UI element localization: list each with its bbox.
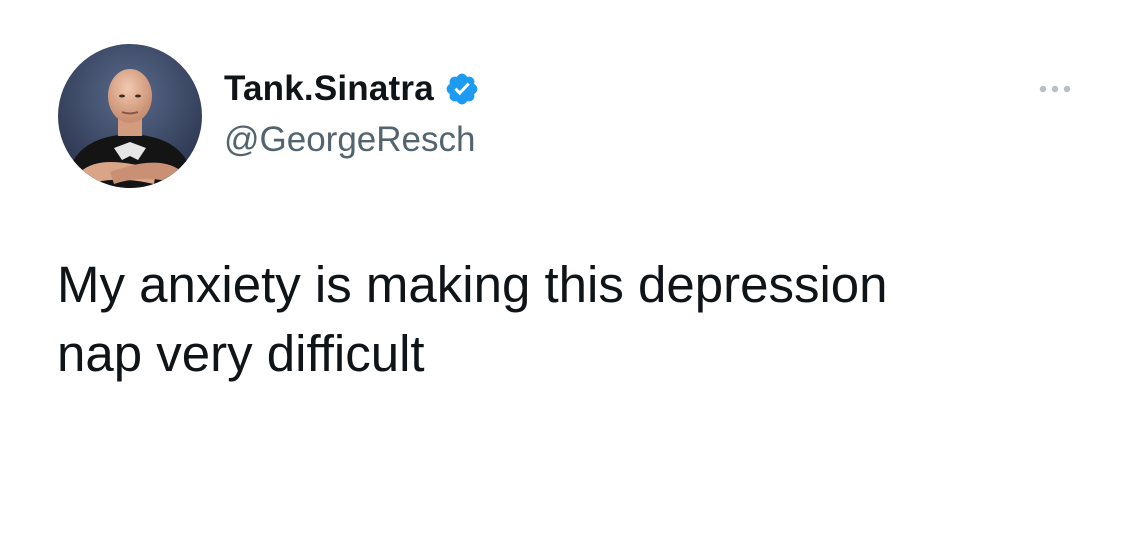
avatar[interactable] xyxy=(58,44,202,188)
display-name[interactable]: Tank.Sinatra xyxy=(224,69,434,109)
more-dots-icon xyxy=(1039,85,1071,93)
tweet-card: Tank.Sinatra @GeorgeResch My anxiety is … xyxy=(0,0,1125,538)
tweet-text: My anxiety is making this depression nap… xyxy=(57,256,888,382)
name-row: Tank.Sinatra xyxy=(224,66,480,112)
more-options-button[interactable] xyxy=(1030,76,1080,102)
avatar-image xyxy=(58,44,202,188)
verified-badge-icon xyxy=(444,71,480,107)
user-handle[interactable]: @GeorgeResch xyxy=(224,120,475,160)
